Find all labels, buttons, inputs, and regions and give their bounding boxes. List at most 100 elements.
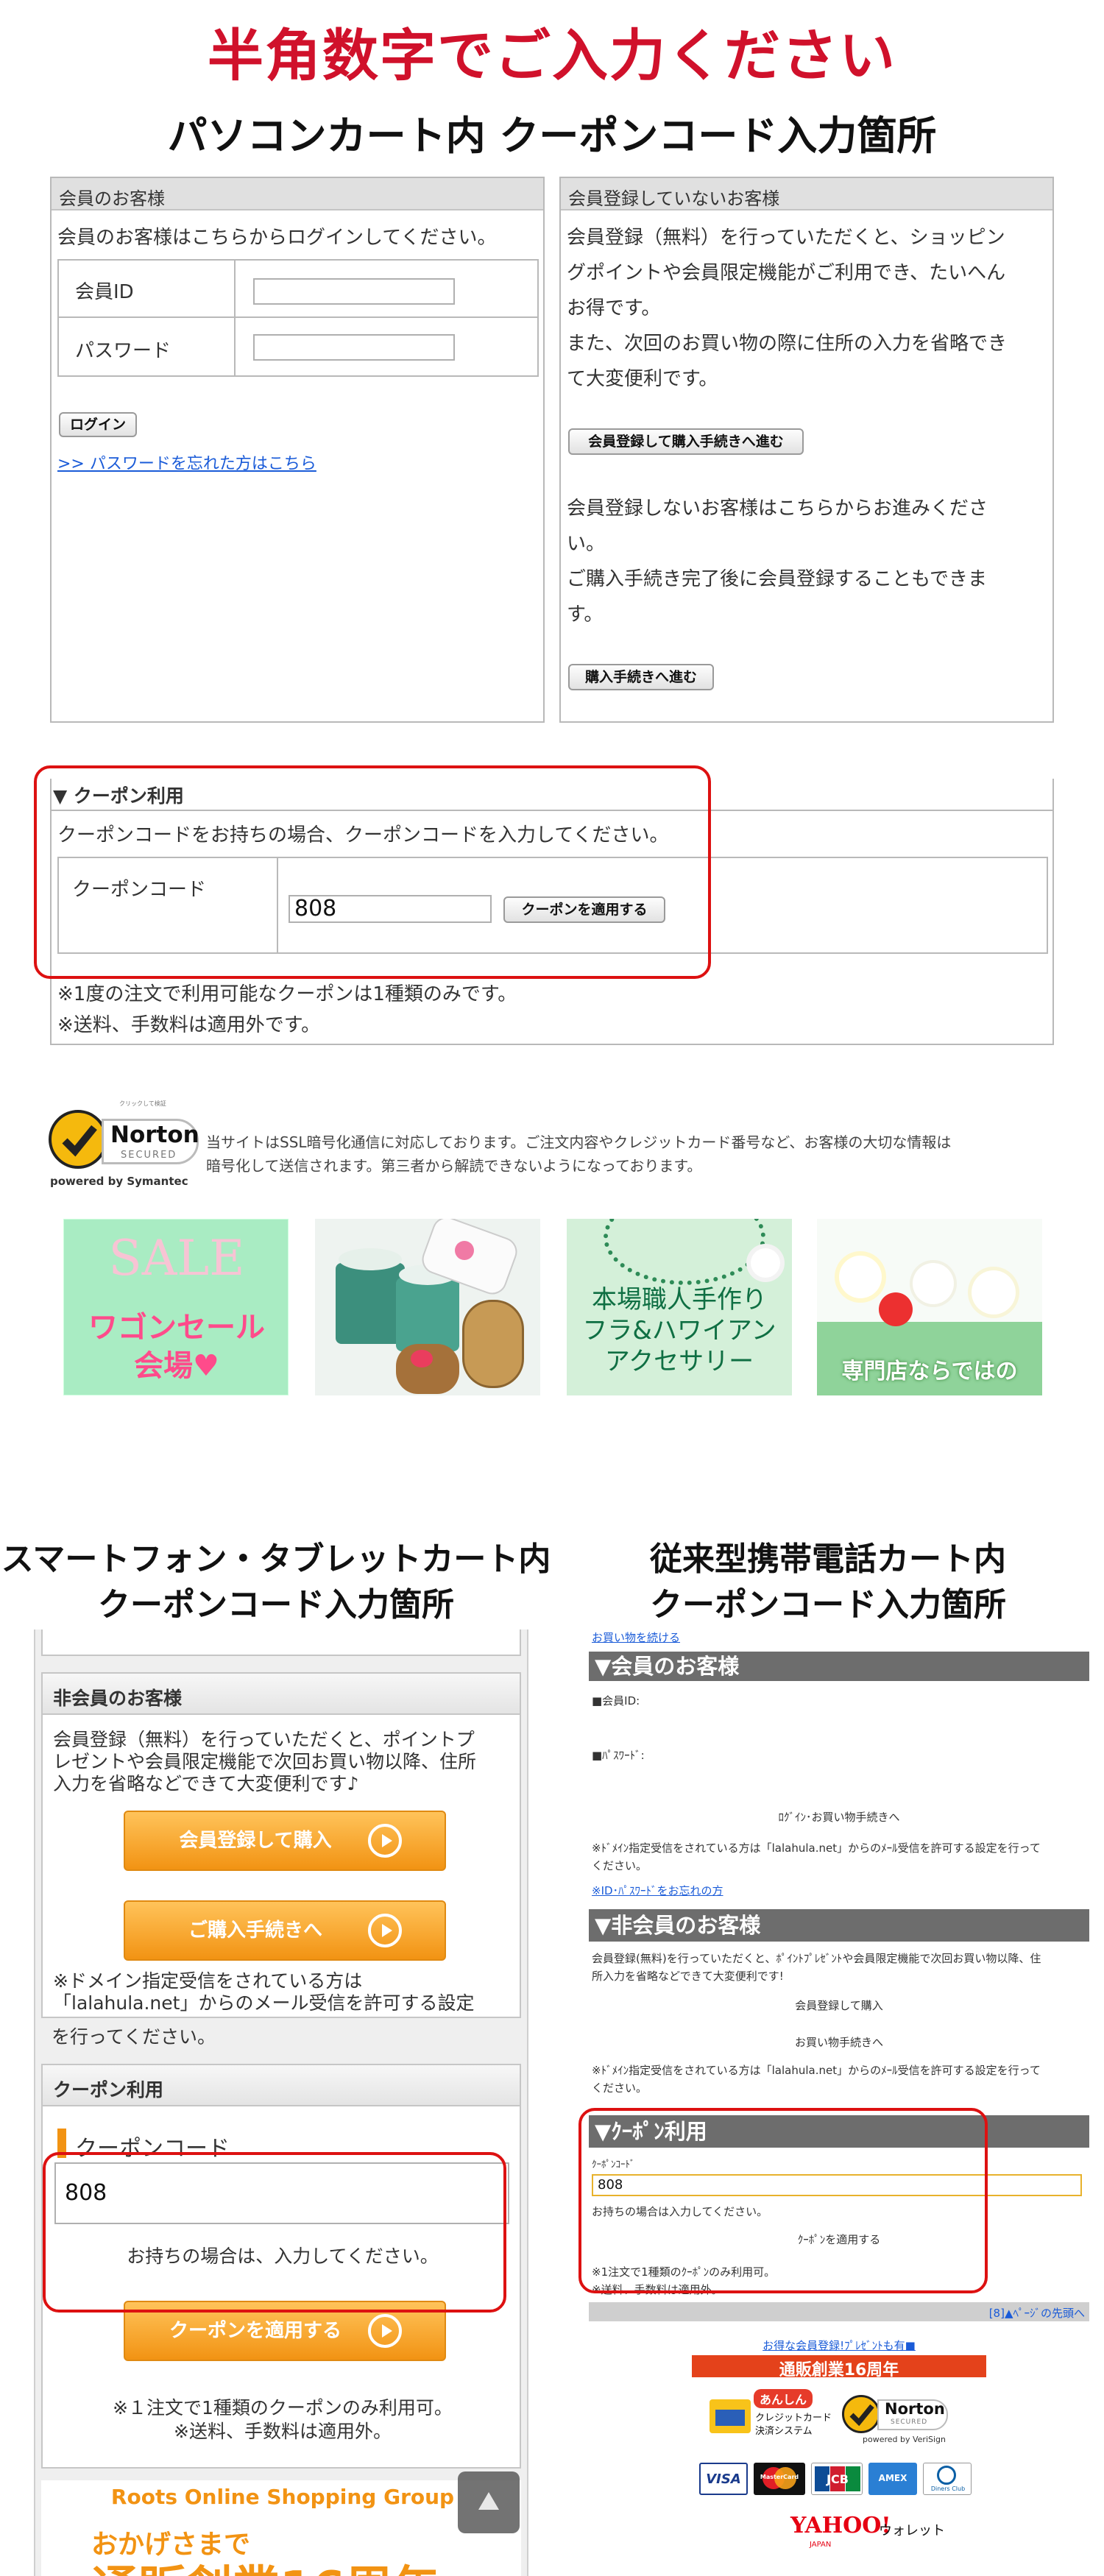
fp-page-top-link[interactable]: [8]▲ﾍﾟｰｼﾞの先頭へ: [989, 2305, 1085, 2321]
fp-norton-powered: powered by VeriSign: [863, 2435, 946, 2444]
fp-coupon-highlight: [578, 2108, 988, 2293]
forgot-password-link[interactable]: >> パスワードを忘れた方はこちら: [57, 450, 316, 474]
banner-accessory[interactable]: 本場職人手作り フラ&ハワイアン アクセサリー: [567, 1219, 792, 1395]
member-panel: 会員のお客様 会員のお客様はこちらからログインしてください。 会員ID パスワー…: [50, 177, 545, 723]
login-table: 会員ID パスワード: [57, 259, 539, 377]
anshin-title: あんしん: [754, 2389, 813, 2408]
sp-title-2: クーポンコード入力箇所: [98, 1586, 454, 1624]
fp-norton-seal: Norton SECURED powered by VeriSign: [842, 2392, 952, 2444]
sp-guest-box: 非会員のお客様 会員登録（無料）を行っていただくと、ポイントプ レゼントや会員限…: [41, 1672, 521, 2018]
guest-text-5: て大変便利です。: [567, 368, 718, 390]
fp-pw-label: ■ﾊﾟｽﾜｰﾄﾞ:: [592, 1749, 645, 1762]
yahoo-wallet: ウォレット: [879, 2523, 945, 2538]
password-label: パスワード: [75, 340, 171, 362]
guest-text-1: 会員登録（無料）を行っていただくと、ショッピン: [567, 227, 1005, 249]
banner-sale[interactable]: SALE ワゴンセール 会場♥: [63, 1219, 289, 1395]
sp-coupon-title: クーポン利用: [53, 2079, 164, 2101]
ssl-text-2: 暗号化して送信されます。第三者から解読できないようになっております。: [206, 1157, 702, 1175]
member-id-input[interactable]: [253, 278, 455, 305]
fp-domain-note-2: ください。: [592, 1859, 648, 1872]
arrow-right-icon: [368, 2314, 402, 2348]
fp-domain-note-4: ください。: [592, 2081, 648, 2095]
guest-text-9: す。: [567, 604, 604, 626]
card-visa: VISA: [699, 2463, 748, 2495]
sp-thanks-2: 通販創業16周年: [91, 2551, 439, 2576]
headline: 半角数字でご入力ください: [208, 23, 896, 88]
sp-guest-text-3: 入力を省略などできて大変便利です♪: [53, 1773, 359, 1794]
fp-anniv-banner: 通販創業16周年: [692, 2355, 986, 2379]
fp-continue-link[interactable]: お買い物を続ける: [592, 1630, 680, 1645]
fp-title-2: クーポンコード入力箇所: [650, 1586, 1006, 1624]
fp-domain-note-1: ※ﾄﾞﾒｲﾝ指定受信をされている方は「lalahula.net」からのﾒｰﾙ受信…: [592, 1841, 1041, 1855]
member-id-label: 会員ID: [75, 281, 134, 303]
norton-seal[interactable]: クリックして検証 Norton SECURED powered by Syman…: [47, 1100, 202, 1191]
sp-register-button-label: 会員登録して購入: [179, 1830, 332, 1852]
fp-domain-note-3: ※ﾄﾞﾒｲﾝ指定受信をされている方は「lalahula.net」からのﾒｰﾙ受信…: [592, 2064, 1041, 2077]
anshin-sub-1: クレジットカード: [755, 2413, 832, 2424]
register-and-checkout-button[interactable]: 会員登録して購入手続きへ進む: [568, 428, 804, 455]
card-amex-label: AMEX: [878, 2473, 907, 2483]
scroll-top-button[interactable]: [458, 2471, 520, 2533]
arrow-right-icon: [368, 1914, 402, 1947]
fp-norton-secured: SECURED: [891, 2418, 928, 2426]
fp-title-1: 従来型携帯電話カート内: [650, 1540, 1006, 1578]
norton-secured: SECURED: [121, 1150, 177, 1161]
fp-screen: お買い物を続ける ▼会員のお客様 ■会員ID: ■ﾊﾟｽﾜｰﾄﾞ: ﾛｸﾞｲﾝ･…: [589, 1630, 1089, 2576]
fp-register-link[interactable]: 会員登録して購入: [589, 1998, 1089, 2013]
banner-accessory-line3: アクセサリー: [604, 1347, 754, 1376]
guest-text-2: グポイントや会員限定機能がご利用でき、たいへん: [567, 262, 1006, 284]
fp-norton-brand: Norton: [885, 2400, 945, 2418]
anshin-logo: あんしん クレジットカード 決済システム: [710, 2389, 832, 2444]
norton-powered: powered by Symantec: [50, 1175, 188, 1188]
fp-forgot-link[interactable]: ※ID･ﾊﾟｽﾜｰﾄﾞをお忘れの方: [592, 1883, 723, 1898]
fp-login-link[interactable]: ﾛｸﾞｲﾝ･お買い物手続きへ: [589, 1809, 1089, 1825]
banner-lei-line1: 専門店ならではの: [841, 1359, 1018, 1384]
card-visa-label: VISA: [706, 2471, 741, 2487]
norton-check-icon: [49, 1110, 107, 1169]
fp-id-label: ■会員ID:: [592, 1694, 640, 1708]
fp-member-head: ▼会員のお客様: [589, 1652, 1089, 1681]
card-jcb: JCB: [811, 2463, 863, 2495]
fp-promo-link[interactable]: お得な会員登録!ﾌﾟﾚｾﾞﾝﾄも有■: [589, 2338, 1089, 2353]
pc-section-title: パソコンカート内 クーポンコード入力箇所: [167, 113, 937, 159]
password-input[interactable]: [253, 334, 455, 361]
fp-anniv-text: 通販創業16周年: [779, 2361, 899, 2379]
sp-checkout-button[interactable]: ご購入手続きへ: [124, 1900, 446, 1961]
sp-coupon-highlight: [43, 2152, 506, 2313]
guest-text-7: い。: [567, 533, 606, 555]
guest-text-6: 会員登録しないお客様はこちらからお進みくださ: [567, 498, 988, 520]
yahoo-japan: JAPAN: [810, 2541, 832, 2549]
yahoo-logo: YAHOO!: [790, 2513, 891, 2538]
sp-coupon-note-2: ※送料、手数料は適用外。: [174, 2421, 392, 2442]
sp-domain-note-2: 「lalahula.net」からのメール受信を許可する設定: [53, 1992, 475, 2014]
card-mastercard-label: MasterCard: [760, 2474, 799, 2480]
sp-title-1: スマートフォン・タブレットカート内: [1, 1540, 551, 1578]
banner-sale-line1: ワゴンセール: [88, 1311, 265, 1345]
arrow-up-icon: [478, 2492, 499, 2510]
sp-coupon-note-1: ※１注文で1種類のクーポンのみ利用可。: [113, 2397, 453, 2418]
guest-text-4: また、次回のお買い物の際に住所の入力を省略でき: [567, 333, 1008, 355]
coupon-note-1: ※1度の注文で利用可能なクーポンは1種類のみです。: [57, 983, 517, 1005]
fp-checkout-link[interactable]: お買い物手続きへ: [589, 2034, 1089, 2050]
card-amex: AMEX: [868, 2463, 917, 2495]
guest-text-8: ご購入手続き完了後に会員登録することもできま: [567, 568, 987, 590]
guest-panel-title: 会員登録していないお客様: [568, 188, 780, 209]
sp-checkout-button-label: ご購入手続きへ: [188, 1919, 322, 1942]
card-diners-label: Diners Club: [930, 2485, 966, 2492]
banner-sale-big: SALE: [108, 1230, 245, 1287]
member-panel-title: 会員のお客様: [59, 188, 165, 209]
banner-goods[interactable]: [315, 1219, 540, 1395]
fp-guest-text-2: 所入力を省略などできて大変便利です!: [592, 1970, 784, 1983]
norton-brand: Norton: [110, 1122, 199, 1148]
ssl-text-1: 当サイトはSSL暗号化通信に対応しております。ご注文内容やクレジットカード番号な…: [206, 1133, 952, 1151]
checkout-button[interactable]: 購入手続きへ進む: [568, 664, 714, 690]
card-jcb-label: JCB: [827, 2472, 849, 2486]
card-diners: Diners Club: [923, 2463, 972, 2495]
sp-register-button[interactable]: 会員登録して購入: [124, 1811, 446, 1871]
sp-domain-note-3: を行ってください。: [52, 2026, 216, 2048]
login-button[interactable]: ログイン: [59, 412, 137, 437]
sp-apply-coupon-label: クーポンを適用する: [169, 2320, 342, 2342]
sp-group-name: Roots Online Shopping Group: [110, 2485, 455, 2509]
banner-lei[interactable]: 専門店ならではの: [817, 1219, 1042, 1395]
guest-text-3: お得です。: [567, 297, 661, 319]
